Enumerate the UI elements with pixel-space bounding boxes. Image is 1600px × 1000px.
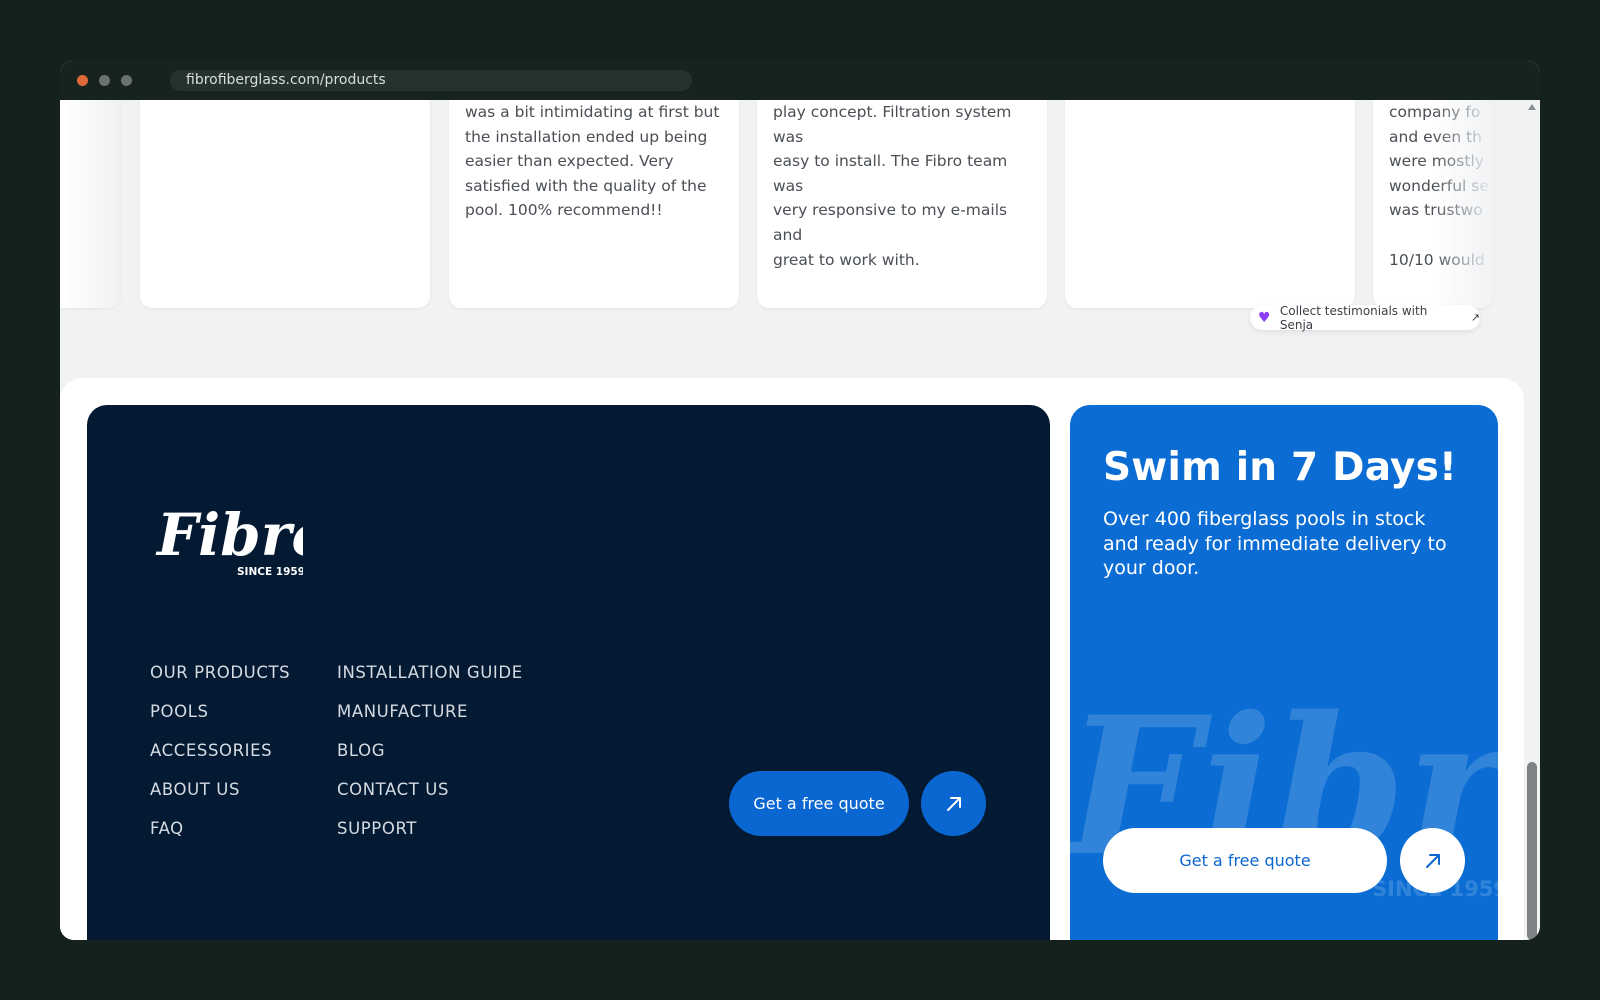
page-viewport: was a bit intimidating at first but the … <box>60 100 1524 940</box>
title-bar: fibrofiberglass.com/products <box>60 60 1540 100</box>
testimonial-text: company fo and even th were mostly wonde… <box>1389 103 1489 269</box>
footer-link-installation-guide[interactable]: INSTALLATION GUIDE <box>337 663 523 702</box>
scroll-up-arrow-icon[interactable] <box>1528 104 1536 110</box>
testimonial-card <box>60 100 120 308</box>
footer-link-pools[interactable]: POOLS <box>150 702 290 741</box>
testimonial-card: company fo and even th were mostly wonde… <box>1373 100 1493 308</box>
footer-nav-column-2: INSTALLATION GUIDE MANUFACTURE BLOG CONT… <box>337 663 523 858</box>
senja-badge-label: Collect testimonials with Senja <box>1279 303 1428 332</box>
vertical-scrollbar[interactable] <box>1524 100 1540 940</box>
browser-window: fibrofiberglass.com/products was a bit i… <box>60 60 1540 940</box>
promo-subtitle: Over 400 fiberglass pools in stock and r… <box>1103 508 1447 579</box>
promo-title: Swim in 7 Days! <box>1103 445 1458 490</box>
footer-link-accessories[interactable]: ACCESSORIES <box>150 741 290 780</box>
scrollbar-thumb[interactable] <box>1527 762 1537 940</box>
testimonial-card <box>140 100 430 308</box>
promo-arrow-button[interactable] <box>1400 828 1465 893</box>
footer-link-contact-us[interactable]: CONTACT US <box>337 780 523 819</box>
quote-arrow-button[interactable] <box>921 771 986 836</box>
footer-link-manufacture[interactable]: MANUFACTURE <box>337 702 523 741</box>
close-window-button[interactable] <box>77 75 88 86</box>
testimonial-text: play concept. Filtration system was easy… <box>773 103 1012 269</box>
testimonial-card: was a bit intimidating at first but the … <box>449 100 739 308</box>
arrow-up-right-icon <box>946 796 961 811</box>
footer-nav-column-1: OUR PRODUCTS POOLS ACCESSORIES ABOUT US … <box>150 663 290 858</box>
logo-wordmark: Fibro <box>155 501 303 569</box>
promo-panel: Swim in 7 Days! Over 400 fiberglass pool… <box>1070 405 1498 940</box>
footer-main-panel: Fibro SINCE 1959 OUR PRODUCTS POOLS ACCE… <box>87 405 1050 940</box>
footer-link-support[interactable]: SUPPORT <box>337 819 523 858</box>
get-free-quote-button[interactable]: Get a free quote <box>729 771 909 836</box>
senja-badge-link[interactable]: ♥ Collect testimonials with Senja ↗ <box>1250 303 1480 332</box>
footer-section: Fibro SINCE 1959 OUR PRODUCTS POOLS ACCE… <box>60 378 1524 940</box>
fibro-logo[interactable]: Fibro SINCE 1959 <box>153 493 303 579</box>
promo-get-free-quote-button[interactable]: Get a free quote <box>1103 828 1387 893</box>
arrow-up-right-icon: ↗ <box>1470 311 1480 324</box>
footer-link-faq[interactable]: FAQ <box>150 819 290 858</box>
logo-tagline: SINCE 1959 <box>237 566 303 578</box>
arrow-up-right-icon <box>1425 853 1440 868</box>
testimonial-card <box>1065 100 1355 308</box>
footer-link-our-products[interactable]: OUR PRODUCTS <box>150 663 290 702</box>
minimize-window-button[interactable] <box>99 75 110 86</box>
footer-link-about-us[interactable]: ABOUT US <box>150 780 290 819</box>
maximize-window-button[interactable] <box>121 75 132 86</box>
address-bar[interactable]: fibrofiberglass.com/products <box>170 70 692 91</box>
heart-icon: ♥ <box>1258 309 1271 326</box>
testimonial-text: was a bit intimidating at first but the … <box>465 103 720 220</box>
testimonial-card: play concept. Filtration system was easy… <box>757 100 1047 308</box>
footer-link-blog[interactable]: BLOG <box>337 741 523 780</box>
